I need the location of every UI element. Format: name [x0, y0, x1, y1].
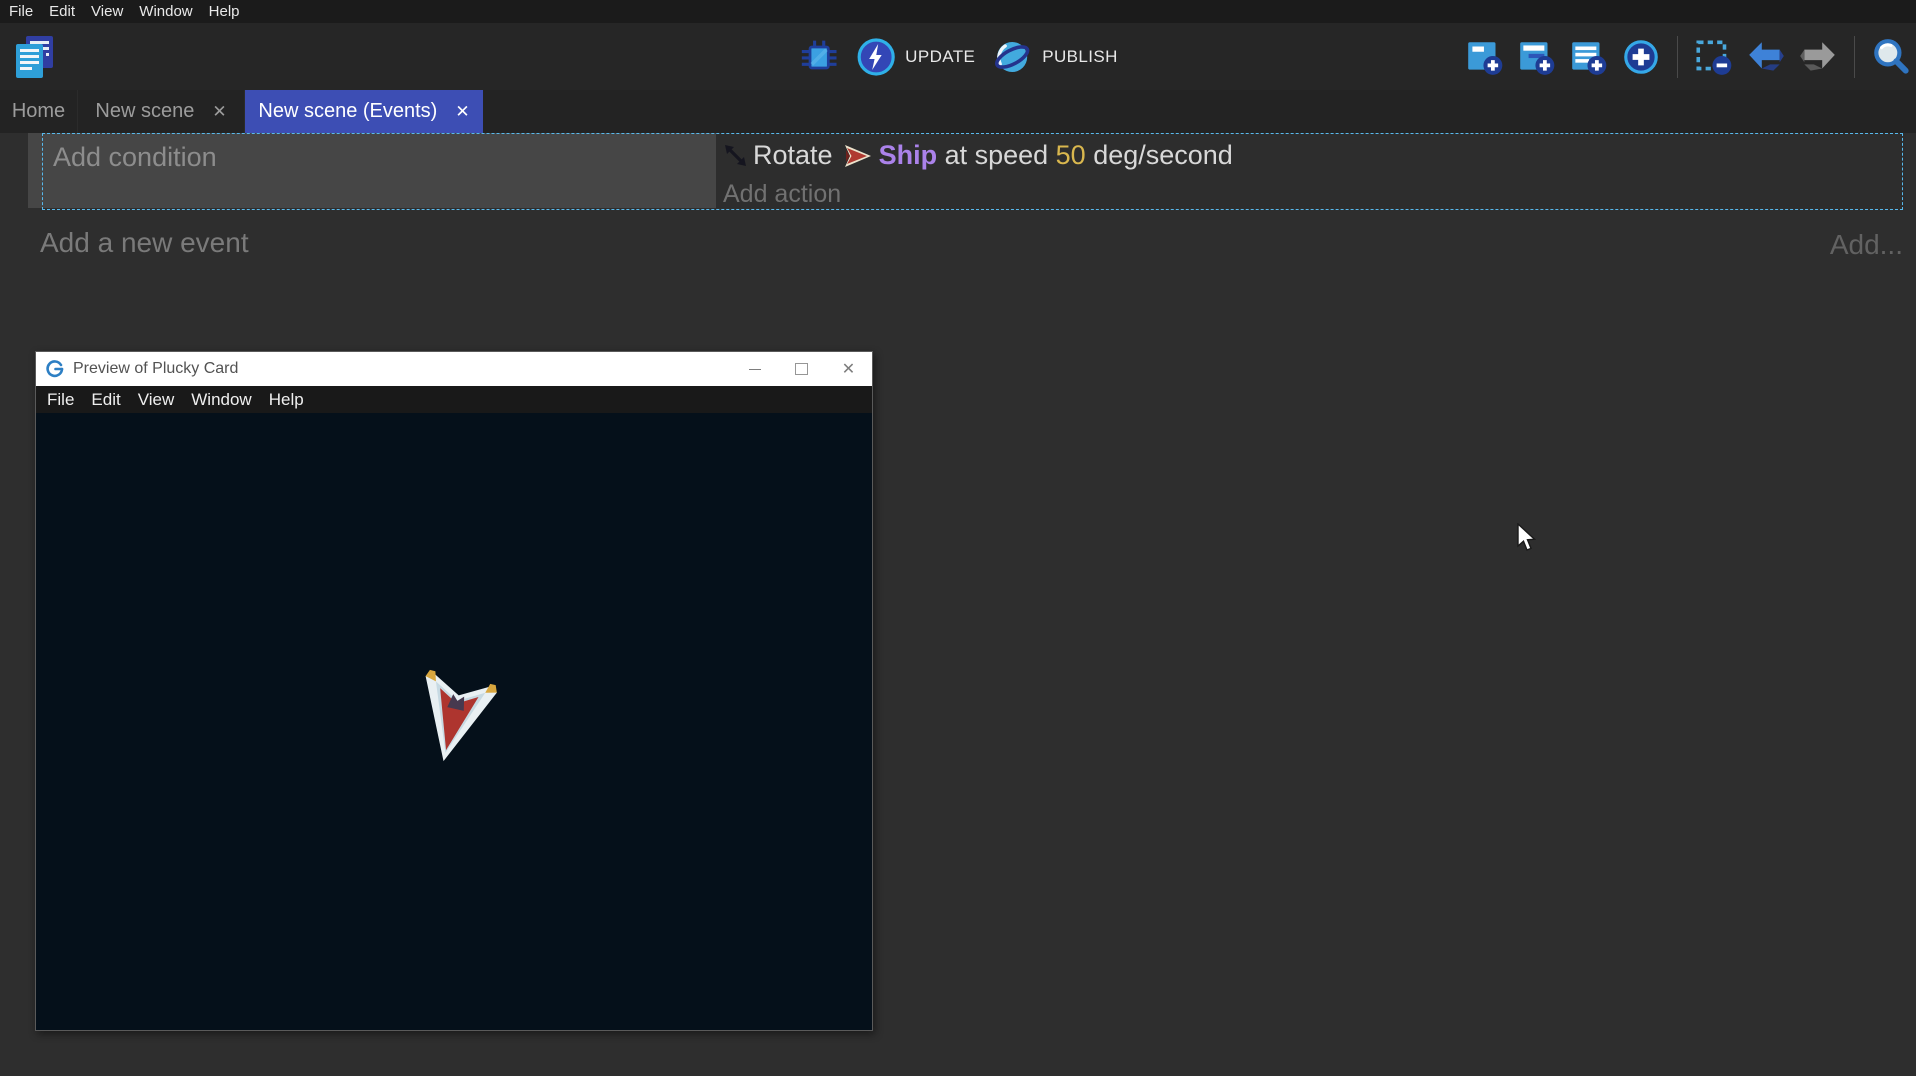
- actions-column: Rotate Ship at speed 50 deg/second Add a…: [716, 133, 1906, 208]
- add-action-placeholder[interactable]: Add action: [723, 180, 841, 209]
- preview-menu-view[interactable]: View: [138, 390, 175, 410]
- close-icon: ✕: [842, 359, 855, 379]
- add-event-icon[interactable]: [1464, 36, 1506, 78]
- main-toolbar: UPDATE PUBLISH: [0, 23, 1916, 90]
- maximize-button[interactable]: [778, 352, 825, 386]
- rotate-action-icon: [722, 142, 749, 169]
- maximize-icon: [795, 363, 808, 375]
- update-bolt-icon: [856, 37, 896, 77]
- tab-label: New scene (Events): [258, 100, 437, 123]
- preview-menubar: File Edit View Window Help: [36, 386, 872, 413]
- delete-selection-icon[interactable]: [1693, 36, 1735, 78]
- preview-menu-file[interactable]: File: [47, 390, 74, 410]
- preview-menu-help[interactable]: Help: [269, 390, 304, 410]
- preview-window: Preview of Plucky Card ✕ File Edit View …: [35, 351, 873, 1031]
- add-condition-placeholder: Add condition: [53, 142, 217, 173]
- publish-button[interactable]: PUBLISH: [991, 36, 1118, 78]
- ship-sprite: [401, 666, 505, 773]
- update-button[interactable]: UPDATE: [856, 37, 975, 77]
- toolbar-divider: [1854, 36, 1855, 78]
- action-unit: deg/second: [1086, 140, 1233, 171]
- menu-file[interactable]: File: [9, 3, 33, 20]
- add-new-event-placeholder[interactable]: Add a new event: [40, 227, 249, 259]
- action-preposition: at speed: [937, 140, 1056, 171]
- tab-new-scene-events[interactable]: New scene (Events) ✕: [245, 90, 483, 133]
- gdevelop-logo-icon: [46, 360, 64, 378]
- tab-label: New scene: [95, 100, 194, 123]
- main-menubar: File Edit View Window Help: [0, 0, 1916, 23]
- toolbar-divider: [1677, 36, 1678, 78]
- tab-close-icon[interactable]: ✕: [455, 103, 469, 120]
- add-more-button[interactable]: Add...: [1830, 229, 1903, 261]
- preview-title: Preview of Plucky Card: [73, 360, 238, 378]
- game-canvas[interactable]: [36, 413, 872, 1030]
- minimize-button[interactable]: [731, 352, 778, 386]
- menu-help[interactable]: Help: [209, 3, 240, 20]
- add-comment-icon[interactable]: [1568, 36, 1610, 78]
- tab-label: Home: [12, 100, 65, 123]
- preview-menu-window[interactable]: Window: [191, 390, 251, 410]
- menu-edit[interactable]: Edit: [49, 3, 75, 20]
- search-icon[interactable]: [1870, 36, 1912, 78]
- tab-close-icon[interactable]: ✕: [212, 103, 226, 120]
- action-value: 50: [1056, 140, 1086, 171]
- tab-new-scene[interactable]: New scene ✕: [78, 90, 245, 133]
- publish-label: PUBLISH: [1042, 47, 1118, 67]
- action-verb: Rotate: [753, 140, 833, 171]
- action-object: Ship: [879, 140, 938, 171]
- add-sub-event-icon[interactable]: [1516, 36, 1558, 78]
- ship-object-icon: [843, 143, 873, 169]
- rotate-action[interactable]: Rotate Ship at speed 50 deg/second: [722, 140, 1233, 171]
- close-button[interactable]: ✕: [825, 352, 872, 386]
- project-manager-icon[interactable]: [13, 33, 59, 81]
- preview-titlebar[interactable]: Preview of Plucky Card ✕: [36, 352, 872, 386]
- minimize-icon: [749, 369, 761, 370]
- gdevelop-window: File Edit View Window Help: [0, 0, 1916, 1076]
- undo-icon[interactable]: [1745, 36, 1787, 78]
- redo-icon[interactable]: [1797, 36, 1839, 78]
- tab-home[interactable]: Home: [0, 90, 78, 133]
- publish-globe-icon: [991, 36, 1033, 78]
- debugger-icon[interactable]: [798, 36, 840, 78]
- menu-view[interactable]: View: [91, 3, 123, 20]
- choose-event-icon[interactable]: [1620, 36, 1662, 78]
- update-label: UPDATE: [905, 47, 975, 67]
- menu-window[interactable]: Window: [139, 3, 192, 20]
- preview-menu-edit[interactable]: Edit: [91, 390, 120, 410]
- conditions-column[interactable]: Add condition: [28, 133, 716, 208]
- event-row: Add condition Rotate Ship: [0, 133, 1916, 213]
- editor-tabbar: Home New scene ✕ New scene (Events) ✕: [0, 90, 1916, 133]
